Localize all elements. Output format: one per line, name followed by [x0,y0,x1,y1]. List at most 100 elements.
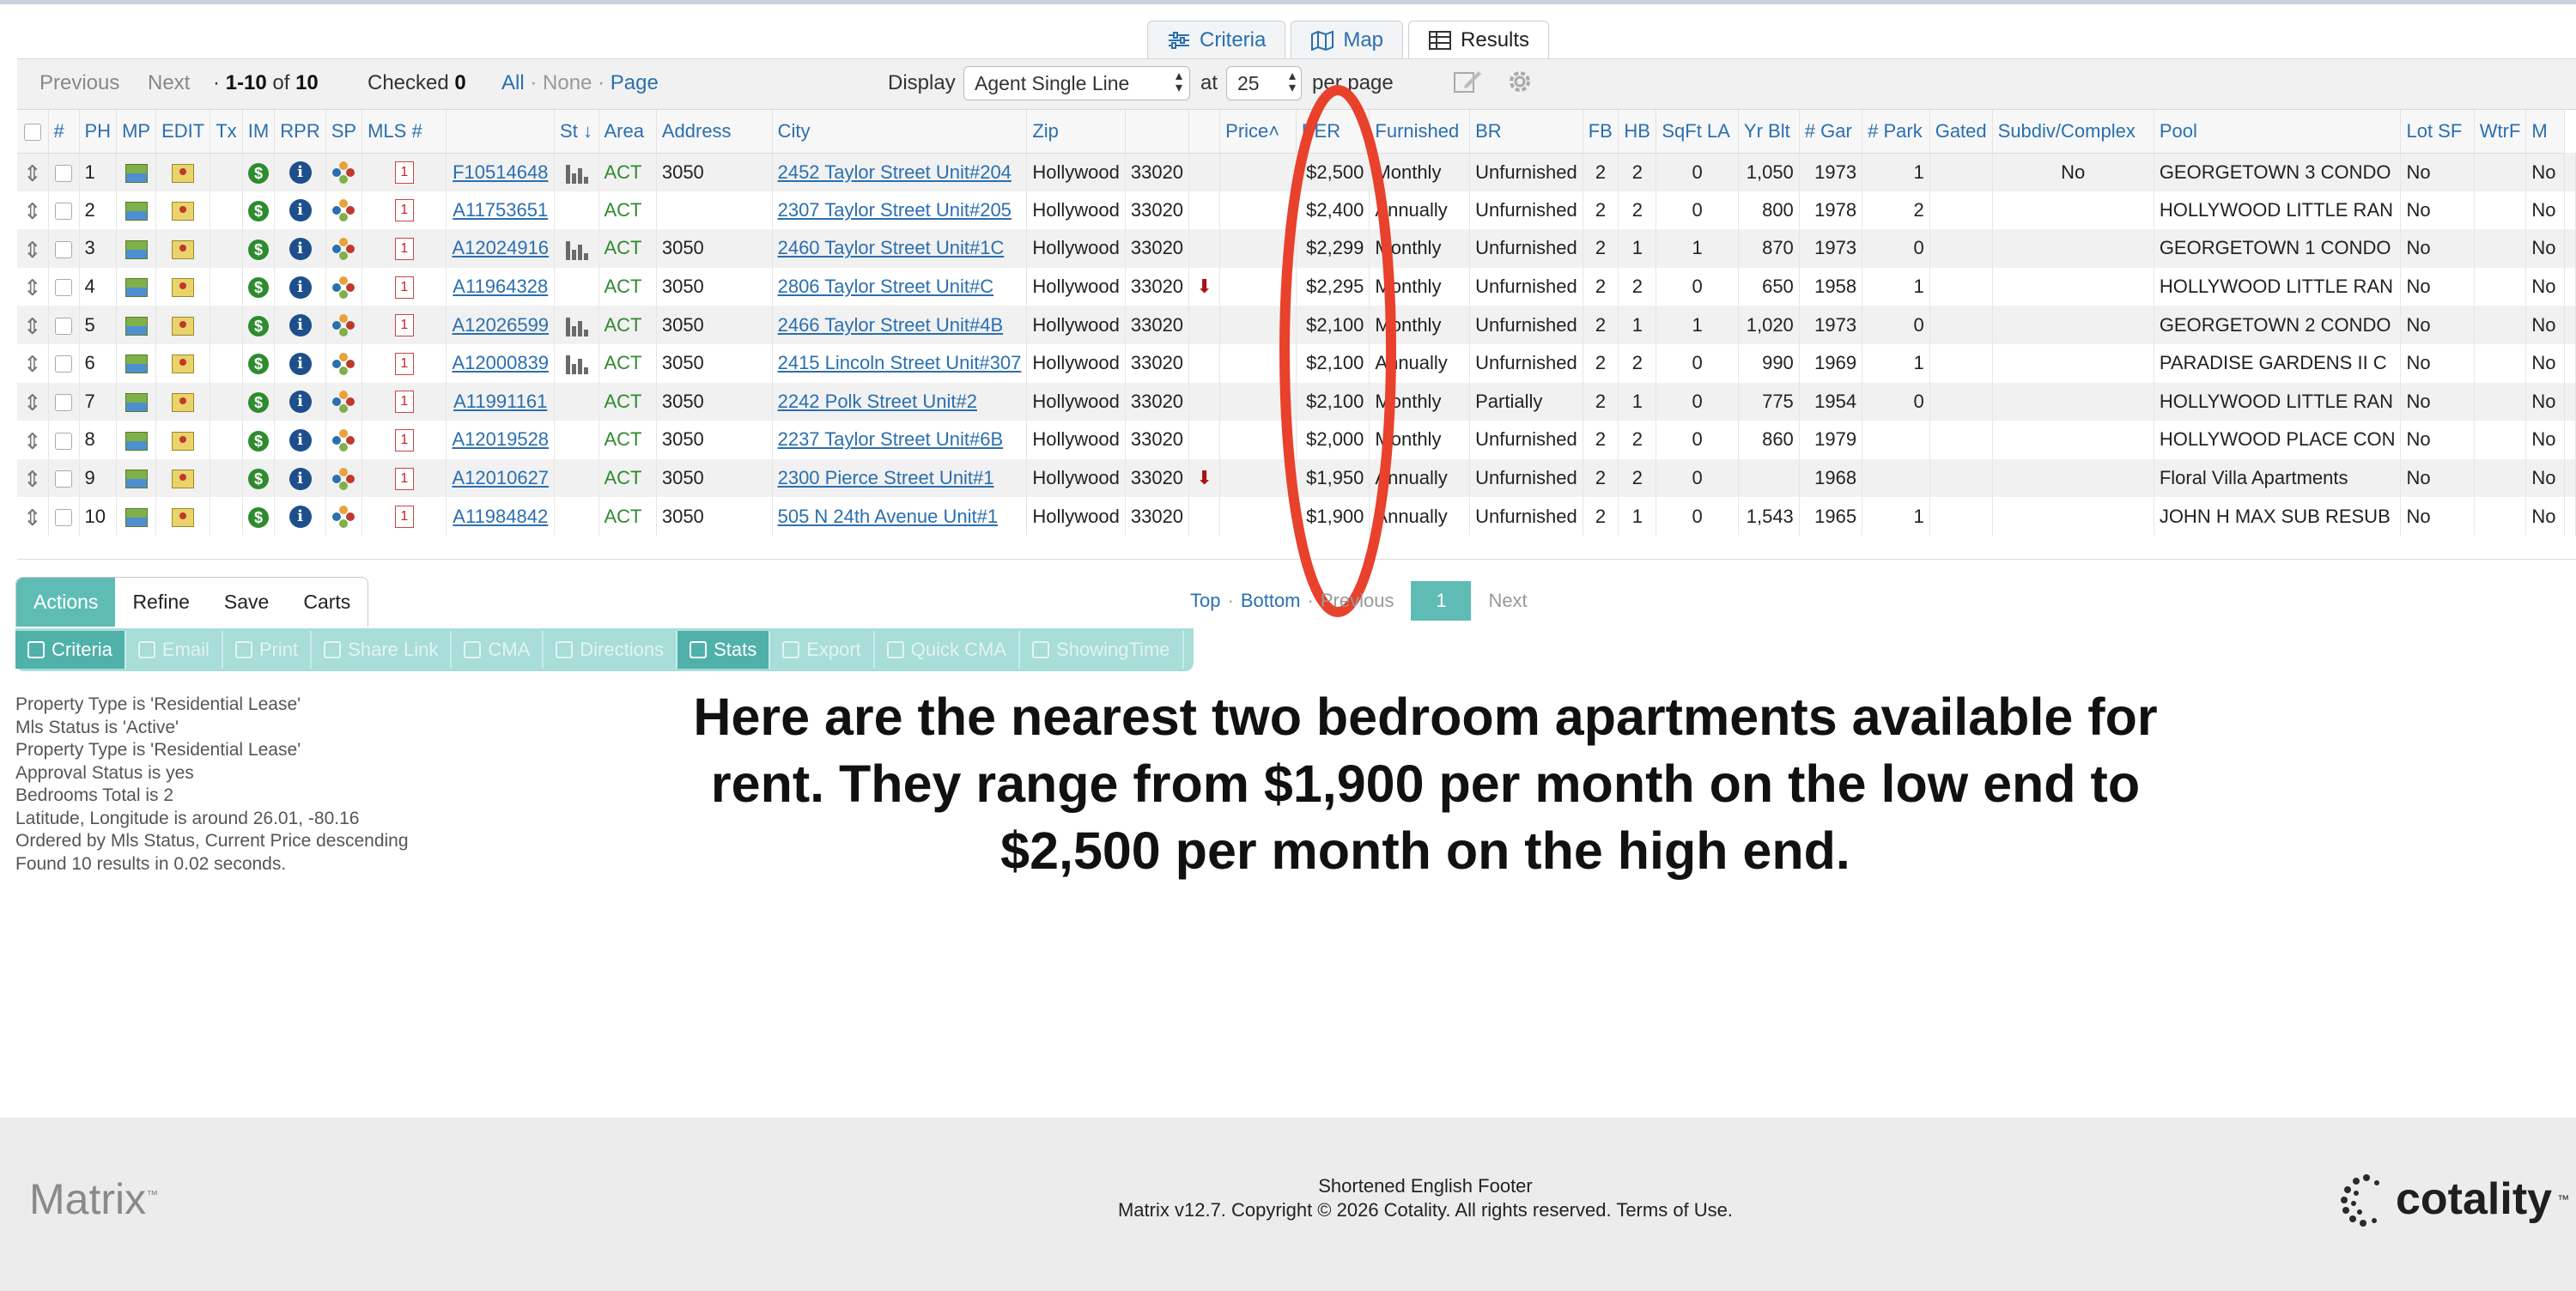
info-icon[interactable]: i [289,391,312,414]
column-header[interactable]: Address [656,110,773,154]
calendar-icon[interactable]: 1 [394,238,414,261]
select-none-link[interactable]: None [543,71,592,94]
tab-refine[interactable]: Refine [115,578,206,627]
table-row[interactable]: ⇕ 5 $ i 1 A12026599 ACT 3050 2466 Taylor Street … [17,306,2576,344]
column-header[interactable]: BR [1469,110,1583,154]
address-link[interactable]: 2466 Taylor Street Unit#4B [778,314,1004,336]
dollar-icon[interactable]: $ [248,277,269,299]
calendar-icon[interactable]: 1 [394,314,414,337]
column-header[interactable] [446,110,556,154]
history-chart-icon[interactable] [564,163,589,184]
row-checkbox[interactable] [55,355,72,373]
calendar-icon[interactable]: 1 [394,161,414,185]
table-row[interactable]: ⇕ 3 $ i 1 A12024916 ACT 3050 2460 Taylor Street … [17,229,2576,268]
action-quick-cma-button[interactable]: Quick CMA [875,631,1021,669]
map-pin-icon[interactable] [172,163,195,183]
info-icon[interactable]: i [289,238,312,261]
tab-results[interactable]: Results [1408,21,1550,58]
address-link[interactable]: 2300 Pierce Street Unit#1 [778,467,994,488]
mls-link[interactable]: A12019528 [452,428,549,450]
dollar-icon[interactable]: $ [248,391,269,413]
action-criteria-button[interactable]: Criteria [15,631,126,669]
column-header[interactable]: Yr Blt [1738,110,1800,154]
column-header[interactable]: Lot SF [2400,110,2475,154]
action-email-button[interactable]: Email [126,631,223,669]
table-row[interactable]: ⇕ 4 $ i 1 A11964328 ACT 3050 2806 Taylor Street … [17,267,2576,306]
column-header[interactable]: SqFt LA [1656,110,1739,154]
history-chart-icon[interactable] [564,239,589,260]
drag-handle-icon[interactable]: ⇕ [23,430,42,452]
action-directions-button[interactable]: Directions [544,631,678,669]
history-chart-icon[interactable] [564,354,589,375]
address-link[interactable]: 2242 Polk Street Unit#2 [778,391,977,412]
table-row[interactable]: ⇕ 7 $ i 1 A11991161 ACT 3050 2242 Polk Street Un… [17,382,2576,421]
rpr-icon[interactable] [332,467,355,490]
drag-handle-icon[interactable]: ⇕ [23,506,42,529]
map-pin-icon[interactable] [172,202,195,221]
column-header[interactable]: HB [1618,110,1657,154]
action-export-button[interactable]: Export [770,631,875,669]
drag-handle-icon[interactable]: ⇕ [23,239,42,261]
info-icon[interactable]: i [289,467,312,490]
dollar-icon[interactable]: $ [248,239,269,260]
map-pin-icon[interactable] [172,278,195,298]
column-header[interactable]: RPR [274,110,326,154]
photo-icon[interactable] [125,393,148,413]
row-checkbox[interactable] [55,203,72,221]
map-pin-icon[interactable] [172,431,195,451]
mls-link[interactable]: A12024916 [452,237,549,258]
rpr-icon[interactable] [332,506,355,529]
table-row[interactable]: ⇕ 10 $ i 1 A11984842 ACT 3050 505 N 24th Avenue … [17,497,2576,536]
column-header[interactable]: PH [79,110,118,154]
column-header[interactable]: St ↓ [554,110,599,154]
calendar-icon[interactable]: 1 [394,352,414,375]
rpr-icon[interactable] [332,238,355,261]
column-header[interactable]: PER [1296,110,1370,154]
column-header[interactable] [1125,110,1190,154]
column-header[interactable]: # [48,110,80,154]
mls-link[interactable]: A12010627 [452,467,549,488]
info-icon[interactable]: i [289,199,312,222]
tab-map[interactable]: Map [1291,21,1404,58]
column-header[interactable]: MLS # [361,110,447,154]
dollar-icon[interactable]: $ [248,354,269,375]
address-link[interactable]: 505 N 24th Avenue Unit#1 [778,506,998,527]
rpr-icon[interactable] [332,161,355,185]
action-cma-button[interactable]: CMA [452,631,544,669]
display-select[interactable]: Agent Single Line ▴ ▾ [963,66,1190,100]
table-row[interactable]: ⇕ 8 $ i 1 A12019528 ACT 3050 2237 Taylor Street … [17,421,2576,459]
mls-link[interactable]: F10514648 [453,161,548,183]
action-print-button[interactable]: Print [223,631,313,669]
map-pin-icon[interactable] [172,507,195,527]
dollar-icon[interactable]: $ [248,430,269,452]
action-showingtime-button[interactable]: ShowingTime [1020,631,1184,669]
column-header[interactable]: Pool [2154,110,2402,154]
table-row[interactable]: ⇕ 1 $ i 1 F10514648 ACT 3050 2452 Taylor Street … [17,153,2576,191]
dollar-icon[interactable]: $ [248,506,269,528]
map-pin-icon[interactable] [172,470,195,489]
drag-handle-icon[interactable]: ⇕ [23,468,42,490]
drag-handle-icon[interactable]: ⇕ [23,353,42,375]
action-stats-button[interactable]: Stats [677,631,771,669]
row-checkbox[interactable] [55,470,72,488]
rpr-icon[interactable] [332,391,355,414]
dollar-icon[interactable]: $ [248,315,269,336]
photo-icon[interactable] [125,355,148,374]
rpr-icon[interactable] [332,429,355,452]
map-pin-icon[interactable] [172,355,195,374]
next-button[interactable]: Next [148,71,190,95]
column-header[interactable]: Subdiv/Complex [1992,110,2154,154]
column-header[interactable]: MP [116,110,157,154]
tab-criteria[interactable]: Criteria [1147,21,1286,58]
select-all-link[interactable]: All [501,71,525,94]
photo-icon[interactable] [125,202,148,221]
calendar-icon[interactable]: 1 [394,467,414,490]
row-checkbox[interactable] [55,240,72,258]
calendar-icon[interactable]: 1 [394,506,414,529]
rpr-icon[interactable] [332,199,355,222]
previous-button[interactable]: Previous [39,71,119,95]
photo-icon[interactable] [125,507,148,527]
row-checkbox[interactable] [55,394,72,412]
pager-next[interactable]: Next [1488,590,1527,612]
info-icon[interactable]: i [289,276,312,299]
